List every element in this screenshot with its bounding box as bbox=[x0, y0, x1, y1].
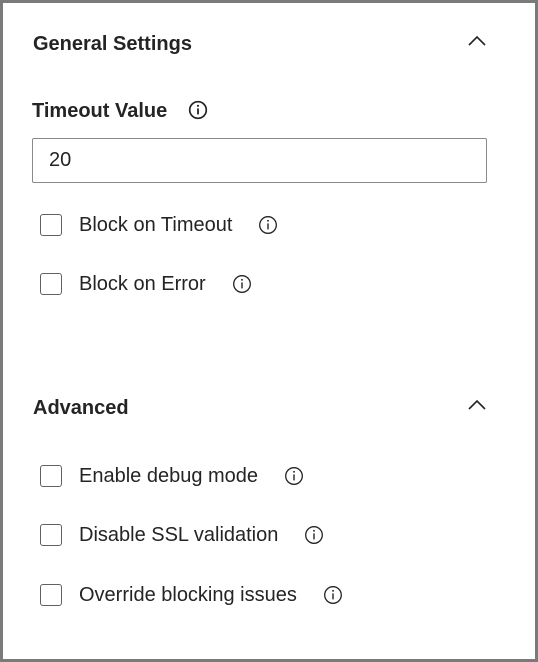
timeout-value-input[interactable] bbox=[32, 138, 487, 183]
block-on-error-row: Block on Error bbox=[40, 270, 252, 298]
override-blocking-issues-row: Override blocking issues bbox=[40, 581, 343, 609]
info-icon bbox=[323, 586, 342, 604]
override-blocking-issues-checkbox[interactable] bbox=[40, 584, 62, 606]
info-icon bbox=[305, 526, 324, 544]
override-blocking-issues-info-button[interactable] bbox=[323, 585, 343, 605]
timeout-value-label: Timeout Value bbox=[32, 100, 168, 122]
general-settings-collapse-button[interactable] bbox=[465, 29, 489, 53]
settings-panel: General Settings Timeout Value Block on … bbox=[0, 0, 538, 662]
info-icon bbox=[259, 216, 278, 234]
block-on-timeout-row: Block on Timeout bbox=[40, 211, 278, 239]
info-icon bbox=[232, 275, 251, 293]
general-settings-title: General Settings bbox=[33, 33, 192, 55]
enable-debug-mode-info-button[interactable] bbox=[284, 466, 304, 486]
info-icon bbox=[188, 100, 208, 120]
chevron-up-icon bbox=[468, 35, 486, 46]
advanced-title: Advanced bbox=[33, 397, 129, 419]
info-icon bbox=[285, 467, 303, 485]
block-on-timeout-label: Block on Timeout bbox=[79, 214, 233, 236]
block-on-error-checkbox[interactable] bbox=[40, 273, 62, 295]
disable-ssl-validation-info-button[interactable] bbox=[304, 525, 324, 545]
disable-ssl-validation-label: Disable SSL validation bbox=[79, 524, 279, 546]
block-on-error-info-button[interactable] bbox=[232, 274, 252, 294]
block-on-timeout-info-button[interactable] bbox=[258, 215, 278, 235]
block-on-timeout-checkbox[interactable] bbox=[40, 214, 62, 236]
enable-debug-mode-label: Enable debug mode bbox=[79, 465, 259, 487]
timeout-info-button[interactable] bbox=[188, 100, 208, 120]
enable-debug-mode-checkbox[interactable] bbox=[40, 465, 62, 487]
chevron-up-icon bbox=[468, 399, 486, 410]
disable-ssl-validation-row: Disable SSL validation bbox=[40, 521, 324, 549]
enable-debug-mode-row: Enable debug mode bbox=[40, 462, 304, 490]
block-on-error-label: Block on Error bbox=[79, 273, 206, 295]
override-blocking-issues-label: Override blocking issues bbox=[79, 584, 297, 606]
disable-ssl-validation-checkbox[interactable] bbox=[40, 524, 62, 546]
advanced-collapse-button[interactable] bbox=[465, 393, 489, 417]
